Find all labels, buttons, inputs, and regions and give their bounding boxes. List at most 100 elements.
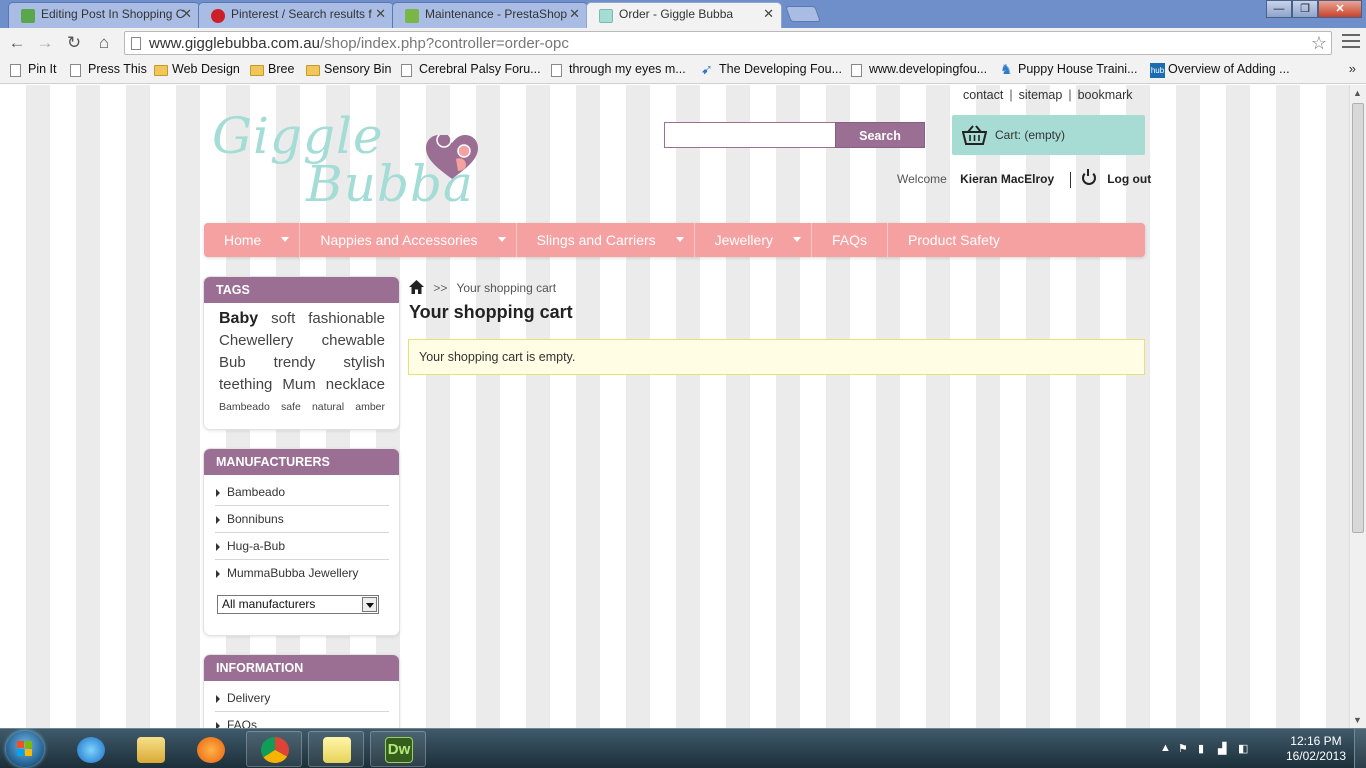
menu-item-product-safety[interactable]: Product Safety [888, 223, 1020, 257]
home-icon[interactable] [409, 280, 424, 294]
minimize-button[interactable]: — [1266, 0, 1292, 18]
manufacturer-select[interactable]: All manufacturers [217, 595, 379, 614]
bookmark-link[interactable]: bookmark [1078, 88, 1133, 102]
search-input[interactable] [664, 122, 836, 148]
breadcrumb: >> Your shopping cart [409, 280, 556, 295]
manufacturer-link[interactable]: Hug-a-Bub [215, 533, 389, 560]
action-center-flag-icon[interactable]: ⚑ [1178, 742, 1192, 756]
tag-link[interactable]: natural [312, 398, 344, 416]
tag-link[interactable]: chewable [322, 330, 385, 352]
tag-link[interactable]: fashionable [308, 308, 385, 330]
tag-link[interactable]: Baby [219, 308, 258, 330]
tag-row: Chewellery chewable [219, 330, 385, 352]
close-tab-icon[interactable]: ✕ [763, 6, 774, 22]
bookmark-folder[interactable]: Sensory Bin [304, 62, 391, 76]
tag-link[interactable]: stylish [343, 352, 385, 374]
url-text[interactable]: www.gigglebubba.com.au/shop/index.php?co… [149, 35, 569, 52]
volume-icon[interactable]: ◧ [1238, 742, 1252, 756]
menu-item-faqs[interactable]: FAQs [812, 223, 888, 257]
breadcrumb-separator: >> [433, 281, 448, 295]
back-button[interactable]: ← [6, 32, 28, 54]
battery-icon[interactable]: ▮ [1198, 742, 1212, 756]
dreamweaver-icon[interactable]: Dw [370, 731, 426, 767]
tag-link[interactable]: trendy [274, 352, 316, 374]
close-window-button[interactable]: ✕ [1318, 0, 1362, 18]
start-button[interactable] [6, 731, 44, 767]
bookmark-item[interactable]: ♞ Puppy House Traini... [998, 61, 1138, 77]
window-controls: — ❐ ✕ [1266, 0, 1362, 18]
tag-link[interactable]: amber [355, 398, 385, 416]
new-tab-button[interactable] [785, 6, 821, 22]
close-tab-icon[interactable]: ✕ [569, 6, 580, 22]
bookmark-item[interactable]: Cerebral Palsy Foru... [399, 62, 541, 77]
sitemap-link[interactable]: sitemap [1019, 88, 1063, 102]
tag-link[interactable]: Bub [219, 352, 246, 374]
show-hidden-icons[interactable]: ▲ [1160, 742, 1174, 756]
bookmark-item[interactable]: through my eyes m... [549, 62, 686, 77]
user-name[interactable]: Kieran MacElroy [960, 172, 1054, 186]
show-desktop-button[interactable] [1354, 729, 1366, 768]
power-icon[interactable] [1081, 169, 1096, 185]
menu-item-nappies[interactable]: Nappies and Accessories [300, 223, 517, 257]
scroll-up-icon[interactable]: ▲ [1353, 88, 1362, 98]
tag-link[interactable]: Mum [282, 374, 315, 396]
browser-tab-active[interactable]: Order - Giggle Bubba ✕ [586, 2, 782, 28]
tag-row: Bub trendy stylish [219, 352, 385, 374]
bookmark-folder[interactable]: Bree [248, 62, 294, 76]
bookmark-item[interactable]: www.developingfou... [849, 62, 987, 77]
address-bar[interactable]: www.gigglebubba.com.au/shop/index.php?co… [124, 31, 1332, 55]
maximize-button[interactable]: ❐ [1292, 0, 1318, 18]
site-logo[interactable]: Giggle Bubba [208, 107, 508, 217]
internet-explorer-icon[interactable] [62, 731, 118, 767]
tag-link[interactable]: Chewellery [219, 330, 293, 352]
search-button[interactable]: Search [835, 122, 925, 148]
page-scrollbar[interactable]: ▲ ▼ [1349, 85, 1366, 728]
bookmark-star-icon[interactable]: ☆ [1311, 33, 1327, 54]
windows-explorer-icon[interactable] [122, 731, 178, 767]
bookmark-item[interactable]: ➹ The Developing Fou... [699, 61, 842, 77]
scrollbar-thumb[interactable] [1352, 103, 1364, 533]
tag-link[interactable]: Bambeado [219, 398, 270, 416]
bookmark-folder[interactable]: Web Design [152, 62, 240, 76]
network-signal-icon[interactable]: ▟ [1218, 742, 1232, 756]
forward-button[interactable]: → [34, 32, 56, 54]
cart-summary[interactable]: Cart: (empty) [952, 115, 1145, 155]
clock[interactable]: 12:16 PM 16/02/2013 [1286, 734, 1346, 764]
sticky-notes-icon[interactable] [308, 731, 364, 767]
browser-tab[interactable]: Maintenance - PrestaShop ✕ [392, 2, 588, 28]
browser-tab[interactable]: Pinterest / Search results f ✕ [198, 2, 394, 28]
information-block: INFORMATION Delivery FAQs [204, 655, 399, 728]
scroll-down-icon[interactable]: ▼ [1353, 715, 1362, 725]
close-tab-icon[interactable]: ✕ [181, 6, 192, 22]
information-link[interactable]: FAQs [215, 712, 389, 728]
home-button[interactable]: ⌂ [93, 32, 115, 54]
tag-link[interactable]: safe [281, 398, 301, 416]
manufacturer-link[interactable]: MummaBubba Jewellery [215, 560, 389, 587]
manufacturers-block: MANUFACTURERS Bambeado Bonnibuns Hug-a-B… [204, 449, 399, 635]
tag-link[interactable]: necklace [326, 374, 385, 396]
manufacturer-link[interactable]: Bonnibuns [215, 506, 389, 533]
bookmark-item[interactable]: Press This [68, 62, 147, 77]
reload-button[interactable]: ↻ [63, 32, 85, 54]
dropdown-arrow-icon [675, 236, 684, 242]
search-form: Search [664, 122, 925, 148]
close-tab-icon[interactable]: ✕ [375, 6, 386, 22]
tag-link[interactable]: soft [271, 308, 295, 330]
menu-icon[interactable] [1342, 34, 1360, 50]
information-link[interactable]: Delivery [215, 685, 389, 712]
menu-item-home[interactable]: Home [204, 223, 301, 257]
header-links: contact | sitemap | bookmark [963, 88, 1133, 102]
tag-link[interactable]: teething [219, 374, 272, 396]
logout-link[interactable]: Log out [1107, 172, 1151, 186]
menu-item-jewellery[interactable]: Jewellery [695, 223, 812, 257]
menu-item-slings[interactable]: Slings and Carriers [517, 223, 695, 257]
gigglebubba-tab-icon [599, 9, 613, 23]
browser-tab[interactable]: Editing Post In Shopping C ✕ [8, 2, 200, 28]
media-player-icon[interactable] [182, 731, 238, 767]
chrome-icon[interactable] [246, 731, 302, 767]
more-bookmarks-icon[interactable]: » [1349, 61, 1356, 76]
bookmark-item[interactable]: Pin It [8, 62, 57, 77]
contact-link[interactable]: contact [963, 88, 1003, 102]
manufacturer-link[interactable]: Bambeado [215, 479, 389, 506]
bookmark-item[interactable]: hub Overview of Adding ... [1148, 62, 1290, 78]
